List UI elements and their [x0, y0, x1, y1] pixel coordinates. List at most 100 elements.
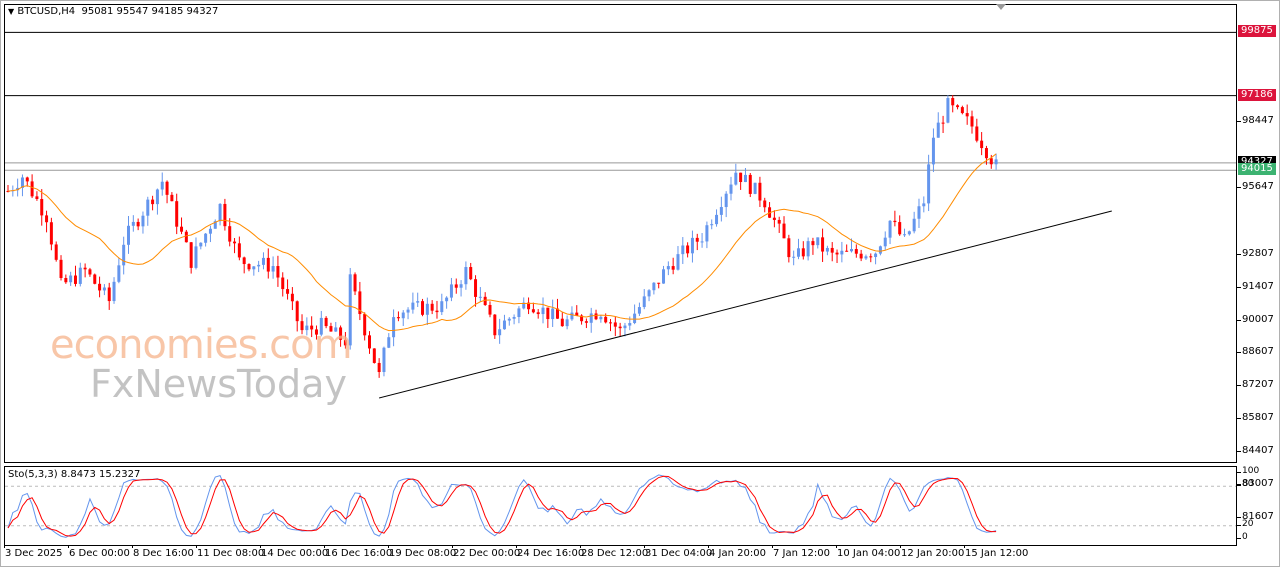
candle-body: [425, 303, 429, 315]
candle-body: [435, 310, 439, 313]
open-value: 95081: [81, 6, 114, 17]
candle-body: [609, 322, 612, 324]
candle-body: [165, 181, 169, 195]
candle-body: [657, 282, 661, 284]
candle-body: [141, 215, 145, 227]
candle-body: [228, 226, 232, 242]
candle-body: [994, 159, 998, 165]
candle-body: [396, 317, 400, 319]
candle-body: [25, 177, 29, 182]
stochastic-panel[interactable]: [4, 466, 1237, 546]
candle-body: [54, 244, 58, 260]
price-tick: 85807: [1237, 412, 1274, 424]
candle-body: [136, 221, 140, 227]
candle-body: [565, 319, 569, 327]
candle-body: [83, 267, 87, 270]
candle-body: [112, 281, 116, 302]
candle-body: [763, 200, 767, 208]
price-level-label: 99875: [1238, 25, 1276, 38]
candle-body: [801, 248, 805, 257]
candle-body: [459, 284, 463, 288]
candle-body: [695, 237, 699, 242]
candle-body: [956, 105, 960, 108]
trendline: [379, 210, 1112, 399]
collapse-triangle-icon[interactable]: ▼: [8, 7, 14, 16]
candle-body: [758, 182, 762, 201]
d-value: 15.2327: [99, 469, 141, 480]
candle-body: [874, 253, 878, 258]
candle-body: [613, 322, 617, 327]
candle-body: [449, 284, 453, 298]
candle-body: [806, 241, 810, 257]
candle-body: [821, 237, 825, 252]
candle-body: [551, 308, 555, 320]
candle-body: [295, 301, 299, 322]
candle-body: [666, 266, 670, 270]
candle-body: [257, 264, 261, 267]
candle-body: [652, 282, 656, 291]
candle-body: [941, 122, 945, 124]
candle-body: [502, 320, 506, 330]
candle-body: [204, 233, 208, 243]
candle-body: [261, 257, 265, 265]
candle-body: [73, 275, 77, 284]
time-tick: 24 Dec 16:00: [515, 545, 585, 559]
candle-body: [589, 313, 593, 323]
candle-body: [878, 246, 882, 254]
candle-body: [131, 221, 135, 226]
candle-body: [743, 174, 747, 183]
candle-body: [830, 247, 834, 253]
candle-body: [531, 309, 535, 313]
candle-body: [917, 206, 921, 219]
candle-body: [223, 203, 227, 227]
candle-body: [416, 301, 420, 303]
candle-body: [777, 219, 781, 224]
candle-body: [218, 203, 222, 222]
candle-body: [175, 201, 179, 227]
candle-body: [242, 257, 246, 265]
shift-marker-icon[interactable]: [996, 4, 1006, 10]
time-tick: 8 Dec 16:00: [132, 545, 194, 559]
candle-body: [93, 274, 97, 284]
candle-body: [35, 196, 39, 199]
candle-body: [401, 312, 405, 319]
close-value: 94327: [186, 6, 219, 17]
candle-body: [464, 267, 468, 285]
candle-body: [642, 296, 646, 308]
candle-body: [98, 283, 102, 291]
moving-average-line: [7, 153, 997, 332]
candle-body: [469, 267, 473, 280]
candle-body: [970, 116, 974, 127]
candle-body: [864, 256, 868, 259]
candle-body: [854, 249, 858, 254]
candle-body: [430, 303, 434, 311]
candle-body: [681, 245, 685, 255]
candle-body: [739, 172, 743, 183]
candle-body: [922, 203, 926, 207]
candle-body: [440, 301, 444, 313]
price-tick: 88607: [1237, 346, 1274, 358]
candle-body: [705, 225, 709, 242]
candle-body: [893, 220, 897, 223]
candle-body: [151, 199, 155, 205]
candle-body: [194, 246, 198, 268]
candle-body: [782, 223, 786, 239]
candle-body: [377, 362, 381, 373]
candle-body: [493, 314, 497, 336]
time-tick: 28 Dec 12:00: [579, 545, 649, 559]
candle-body: [927, 164, 931, 204]
candle-body: [724, 193, 728, 208]
time-tick: 22 Dec 00:00: [451, 545, 521, 559]
candle-body: [59, 259, 63, 279]
indicator-level-tick: 0: [1237, 532, 1248, 542]
candle-body: [40, 198, 44, 216]
price-tick: 92807: [1237, 247, 1274, 259]
candle-body: [859, 253, 863, 259]
candle-body: [266, 257, 270, 272]
time-tick: 19 Dec 08:00: [387, 545, 457, 559]
candle-body: [392, 317, 396, 338]
candle-body: [599, 316, 603, 320]
candle-body: [117, 265, 121, 282]
candle-body: [199, 242, 203, 247]
candle-body: [252, 266, 256, 270]
